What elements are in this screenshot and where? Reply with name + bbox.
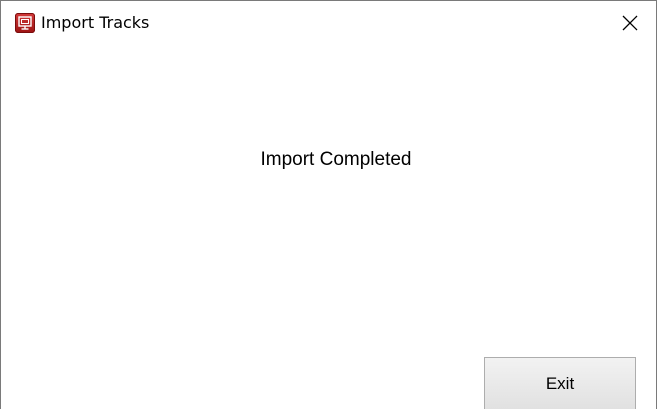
app-icon [15, 13, 35, 33]
title-bar[interactable]: Import Tracks [1, 1, 656, 37]
close-icon [622, 15, 638, 31]
close-button[interactable] [610, 9, 650, 37]
window-title: Import Tracks [41, 13, 150, 32]
exit-button[interactable]: Exit [484, 357, 636, 409]
dialog-window: Import Tracks Import Completed Exit [0, 0, 657, 409]
app-icon-glyph [18, 16, 32, 30]
status-message: Import Completed [260, 149, 412, 170]
